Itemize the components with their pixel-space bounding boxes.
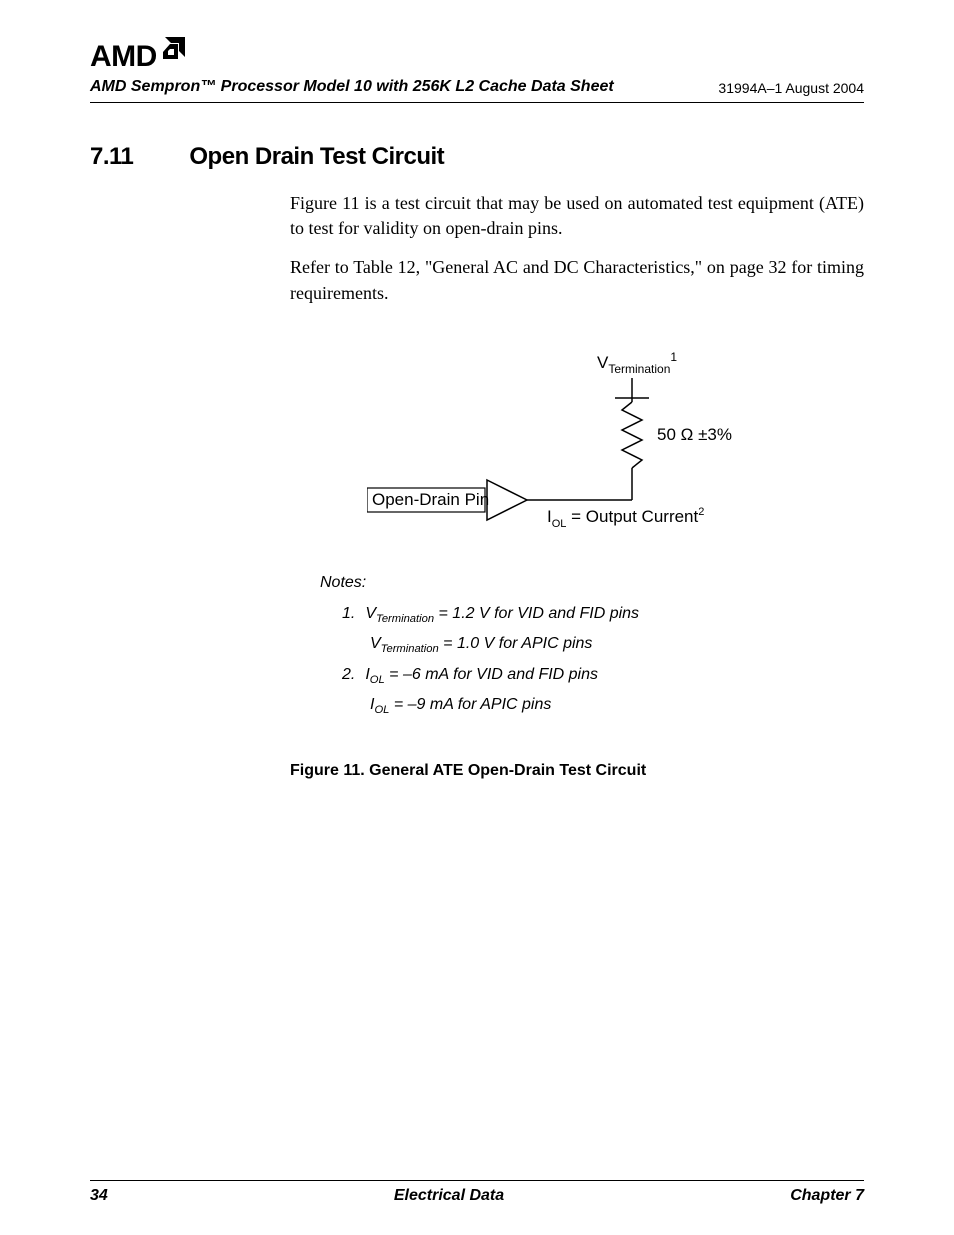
- notes-heading: Notes:: [320, 570, 864, 596]
- note-1-line-b: VTermination = 1.0 V for APIC pins: [320, 631, 864, 659]
- figure-caption: Figure 11. General ATE Open-Drain Test C…: [290, 762, 864, 780]
- note-2-line-b: IOL = –9 mA for APIC pins: [320, 692, 864, 720]
- brand-arrow-icon: [159, 37, 187, 69]
- note-2-line-a: IOL = –6 mA for VID and FID pins: [365, 662, 598, 690]
- brand-text: AMD: [90, 40, 157, 74]
- note-2: 2. IOL = –6 mA for VID and FID pins: [320, 662, 864, 690]
- section-title: Open Drain Test Circuit: [189, 143, 444, 171]
- footer-right: Chapter 7: [790, 1187, 864, 1205]
- paragraph-1: Figure 11 is a test circuit that may be …: [290, 191, 864, 241]
- footer-center: Electrical Data: [394, 1187, 504, 1205]
- running-header: AMD Sempron™ Processor Model 10 with 256…: [90, 78, 864, 103]
- doc-title: AMD Sempron™ Processor Model 10 with 256…: [90, 78, 614, 96]
- figure-notes: Notes: 1. VTermination = 1.2 V for VID a…: [290, 570, 864, 722]
- footer-page-number: 34: [90, 1187, 108, 1205]
- iol-label: IOL = Output Current2: [547, 506, 704, 530]
- doc-code: 31994A–1 August 2004: [718, 80, 864, 96]
- resistor-label: 50 Ω ±3%: [657, 425, 732, 444]
- page: AMD AMD Sempron™ Processor Model 10 with…: [0, 0, 954, 1235]
- note-1: 1. VTermination = 1.2 V for VID and FID …: [320, 601, 864, 629]
- section-heading: 7.11 Open Drain Test Circuit: [90, 143, 864, 171]
- section-number: 7.11: [90, 143, 133, 171]
- brand-logo: AMD: [90, 40, 864, 74]
- note-1-number: 1.: [342, 601, 355, 629]
- open-drain-pin-label: Open-Drain Pin: [372, 490, 489, 509]
- figure-circuit: VTermination1 50 Ω ±3% Open-Drain Pin IO…: [290, 350, 864, 550]
- open-drain-circuit-diagram: VTermination1 50 Ω ±3% Open-Drain Pin IO…: [367, 350, 787, 550]
- body-text: Figure 11 is a test circuit that may be …: [290, 191, 864, 320]
- page-footer: 34 Electrical Data Chapter 7: [90, 1180, 864, 1205]
- note-2-number: 2.: [342, 662, 355, 690]
- note-1-line-a: VTermination = 1.2 V for VID and FID pin…: [365, 601, 639, 629]
- vtermination-label: VTermination1: [597, 350, 677, 376]
- paragraph-2: Refer to Table 12, "General AC and DC Ch…: [290, 255, 864, 305]
